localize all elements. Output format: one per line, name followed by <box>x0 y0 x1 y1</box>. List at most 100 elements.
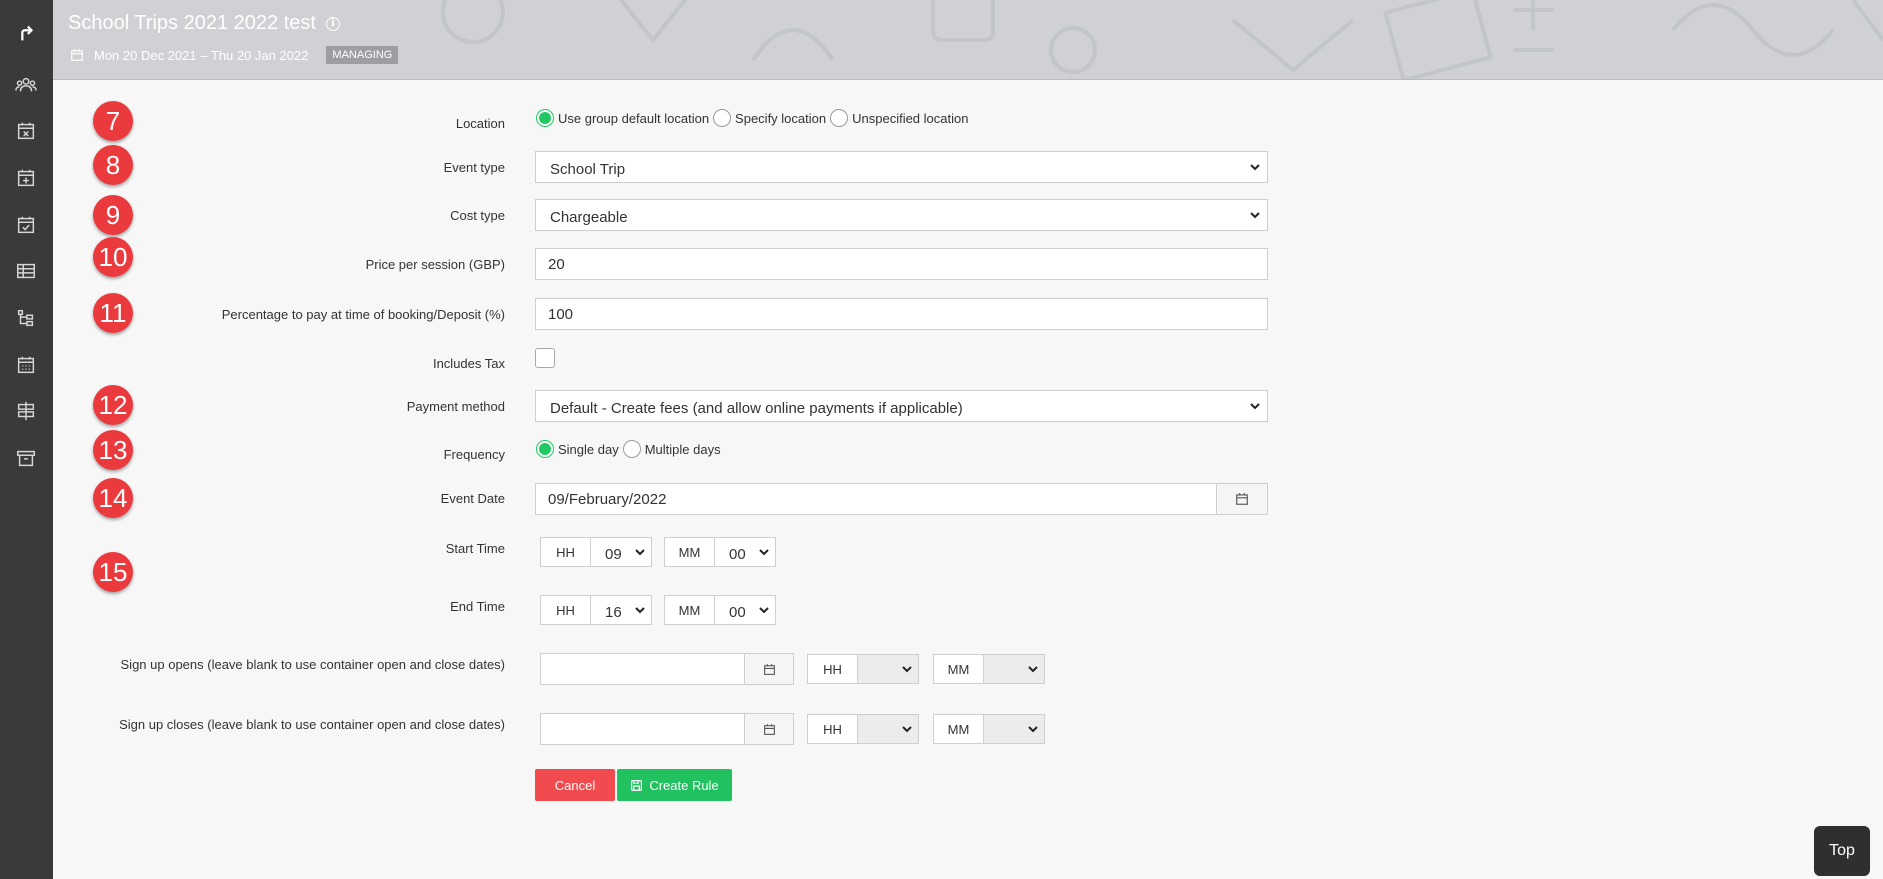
end-minute-select[interactable]: 00 <box>715 596 775 624</box>
signup-opens-date-input[interactable] <box>540 653 745 685</box>
header-subline: Mon 20 Dec 2021 – Thu 20 Jan 2022 MANAGI… <box>70 46 399 64</box>
create-rule-label: Create Rule <box>649 777 719 793</box>
end-hour-select[interactable]: 16 <box>591 596 651 624</box>
event-type-label: Event type <box>443 160 505 175</box>
includes-tax-label: Includes Tax <box>432 356 505 371</box>
scroll-top-button[interactable]: Top <box>1814 826 1870 876</box>
step-badge-8: 8 <box>93 145 133 185</box>
calendar-icon <box>1236 493 1248 505</box>
radio-unspecified-location[interactable] <box>830 109 849 127</box>
back-arrow-icon[interactable] <box>13 20 39 46</box>
radio-group-default-location[interactable] <box>536 109 554 127</box>
payment-method-value: Default - Create fees (and allow online … <box>550 399 963 417</box>
chevron-down-icon <box>759 549 769 556</box>
calendar-icon <box>763 663 775 675</box>
radio-multiple-days[interactable] <box>622 440 641 458</box>
hour-addon: HH <box>808 715 858 743</box>
calendar-grid-icon[interactable] <box>13 352 39 378</box>
end-minute-picker[interactable]: MM 00 <box>664 595 776 625</box>
minute-addon: MM <box>665 538 715 566</box>
signup-closes-hour-picker[interactable]: HH <box>807 714 919 744</box>
date-range: Mon 20 Dec 2021 – Thu 20 Jan 2022 <box>94 47 309 63</box>
signup-closes-date-picker-button[interactable] <box>744 713 794 745</box>
cancel-button[interactable]: Cancel <box>535 769 615 801</box>
signup-closes-minute-select[interactable] <box>984 715 1044 743</box>
start-minute-value: 00 <box>729 545 746 563</box>
start-hour-value: 09 <box>605 545 622 563</box>
archive-icon[interactable] <box>13 445 39 471</box>
step-badge-15: 15 <box>93 552 133 592</box>
calendar-icon <box>763 723 775 735</box>
step-badge-13: 13 <box>93 430 133 470</box>
frequency-label: Frequency <box>443 447 505 462</box>
event-date-label: Event Date <box>440 491 505 506</box>
page-title: School Trips 2021 2022 test i <box>68 12 340 35</box>
calendar-plus-icon[interactable] <box>13 165 39 191</box>
step-badge-9: 9 <box>93 195 133 235</box>
cost-type-label: Cost type <box>450 208 505 223</box>
signup-opens-minute-picker[interactable]: MM <box>933 654 1045 684</box>
signpost-icon[interactable] <box>13 398 39 424</box>
chevron-down-icon <box>1250 403 1260 410</box>
event-date-picker-button[interactable] <box>1216 483 1268 515</box>
end-hour-picker[interactable]: HH 16 <box>540 595 652 625</box>
signup-closes-minute-picker[interactable]: MM <box>933 714 1045 744</box>
payment-method-select[interactable]: Default - Create fees (and allow online … <box>535 390 1268 422</box>
event-type-select[interactable]: School Trip <box>535 151 1268 183</box>
step-badge-10: 10 <box>93 237 133 277</box>
signup-opens-hour-select[interactable] <box>858 655 918 683</box>
step-badge-14: 14 <box>93 478 133 518</box>
sidebar <box>0 0 53 879</box>
includes-tax-checkbox[interactable] <box>535 348 555 368</box>
chevron-down-icon <box>1250 164 1260 171</box>
groups-icon[interactable] <box>13 72 39 98</box>
flow-icon[interactable] <box>13 305 39 331</box>
end-hour-value: 16 <box>605 603 622 621</box>
create-rule-button[interactable]: Create Rule <box>617 769 732 801</box>
signup-closes-label: Sign up closes (leave blank to use conta… <box>119 717 505 732</box>
chevron-down-icon <box>635 549 645 556</box>
calendar-x-icon[interactable] <box>13 118 39 144</box>
end-minute-value: 00 <box>729 603 746 621</box>
calendar-check-icon[interactable] <box>13 212 39 238</box>
minute-addon: MM <box>934 715 984 743</box>
chevron-down-icon <box>635 607 645 614</box>
signup-closes-date-input[interactable] <box>540 713 745 745</box>
event-date-input[interactable]: 09/February/2022 <box>535 483 1217 515</box>
signup-opens-hour-picker[interactable]: HH <box>807 654 919 684</box>
start-minute-picker[interactable]: MM 00 <box>664 537 776 567</box>
price-label: Price per session (GBP) <box>365 257 505 272</box>
info-icon[interactable]: i <box>325 16 340 31</box>
signup-closes-hour-select[interactable] <box>858 715 918 743</box>
price-input[interactable]: 20 <box>535 248 1268 280</box>
deposit-input[interactable]: 100 <box>535 298 1268 330</box>
signup-opens-minute-select[interactable] <box>984 655 1044 683</box>
chevron-down-icon <box>759 607 769 614</box>
start-hour-picker[interactable]: HH 09 <box>540 537 652 567</box>
cost-type-select[interactable]: Chargeable <box>535 199 1268 231</box>
location-radio-group: Use group default location Specify locat… <box>536 109 972 127</box>
hour-addon: HH <box>541 538 591 566</box>
chevron-down-icon <box>1028 666 1038 673</box>
chevron-down-icon <box>1250 212 1260 219</box>
radio-single-day[interactable] <box>536 440 554 458</box>
step-badge-11: 11 <box>93 293 133 333</box>
payment-method-label: Payment method <box>406 399 505 414</box>
start-minute-select[interactable]: 00 <box>715 538 775 566</box>
deposit-label: Percentage to pay at time of booking/Dep… <box>221 307 505 322</box>
signup-opens-date-picker-button[interactable] <box>744 653 794 685</box>
chevron-down-icon <box>902 666 912 673</box>
page-title-text: School Trips 2021 2022 test <box>68 12 316 34</box>
cost-type-value: Chargeable <box>550 208 628 226</box>
page-header: School Trips 2021 2022 test i Mon 20 Dec… <box>53 0 1883 80</box>
calendar-icon <box>71 49 83 61</box>
table-icon[interactable] <box>13 258 39 284</box>
hour-addon: HH <box>541 596 591 624</box>
location-label: Location <box>455 116 505 131</box>
radio-label-single-day: Single day <box>558 441 619 457</box>
start-hour-select[interactable]: 09 <box>591 538 651 566</box>
status-badge: MANAGING <box>326 46 399 64</box>
radio-label-group-default: Use group default location <box>558 110 710 126</box>
radio-specify-location[interactable] <box>713 109 732 127</box>
event-type-value: School Trip <box>550 160 626 178</box>
